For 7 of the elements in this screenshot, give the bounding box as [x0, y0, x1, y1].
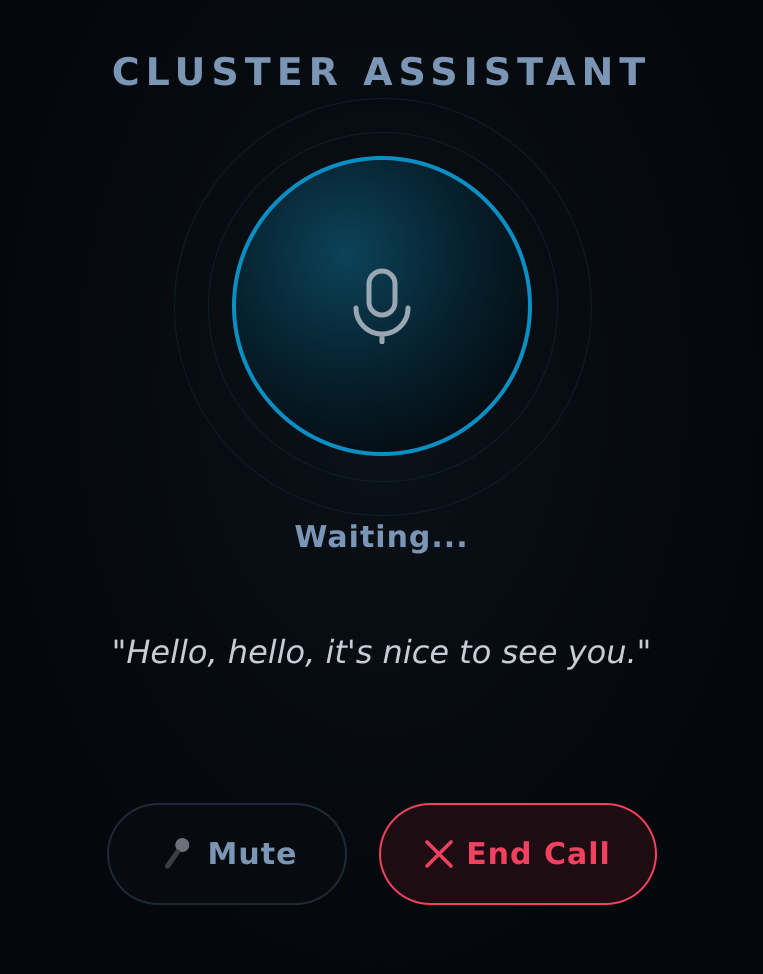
app-title: CLUSTER ASSISTANT	[112, 49, 652, 96]
end-call-button[interactable]: End Call	[378, 803, 656, 905]
mute-button[interactable]: Mute	[106, 803, 346, 905]
microphone-icon	[352, 268, 412, 344]
status-text: Waiting...	[294, 520, 469, 555]
close-icon	[424, 839, 454, 869]
transcript-text: "Hello, hello, it's nice to see you."	[112, 633, 652, 671]
